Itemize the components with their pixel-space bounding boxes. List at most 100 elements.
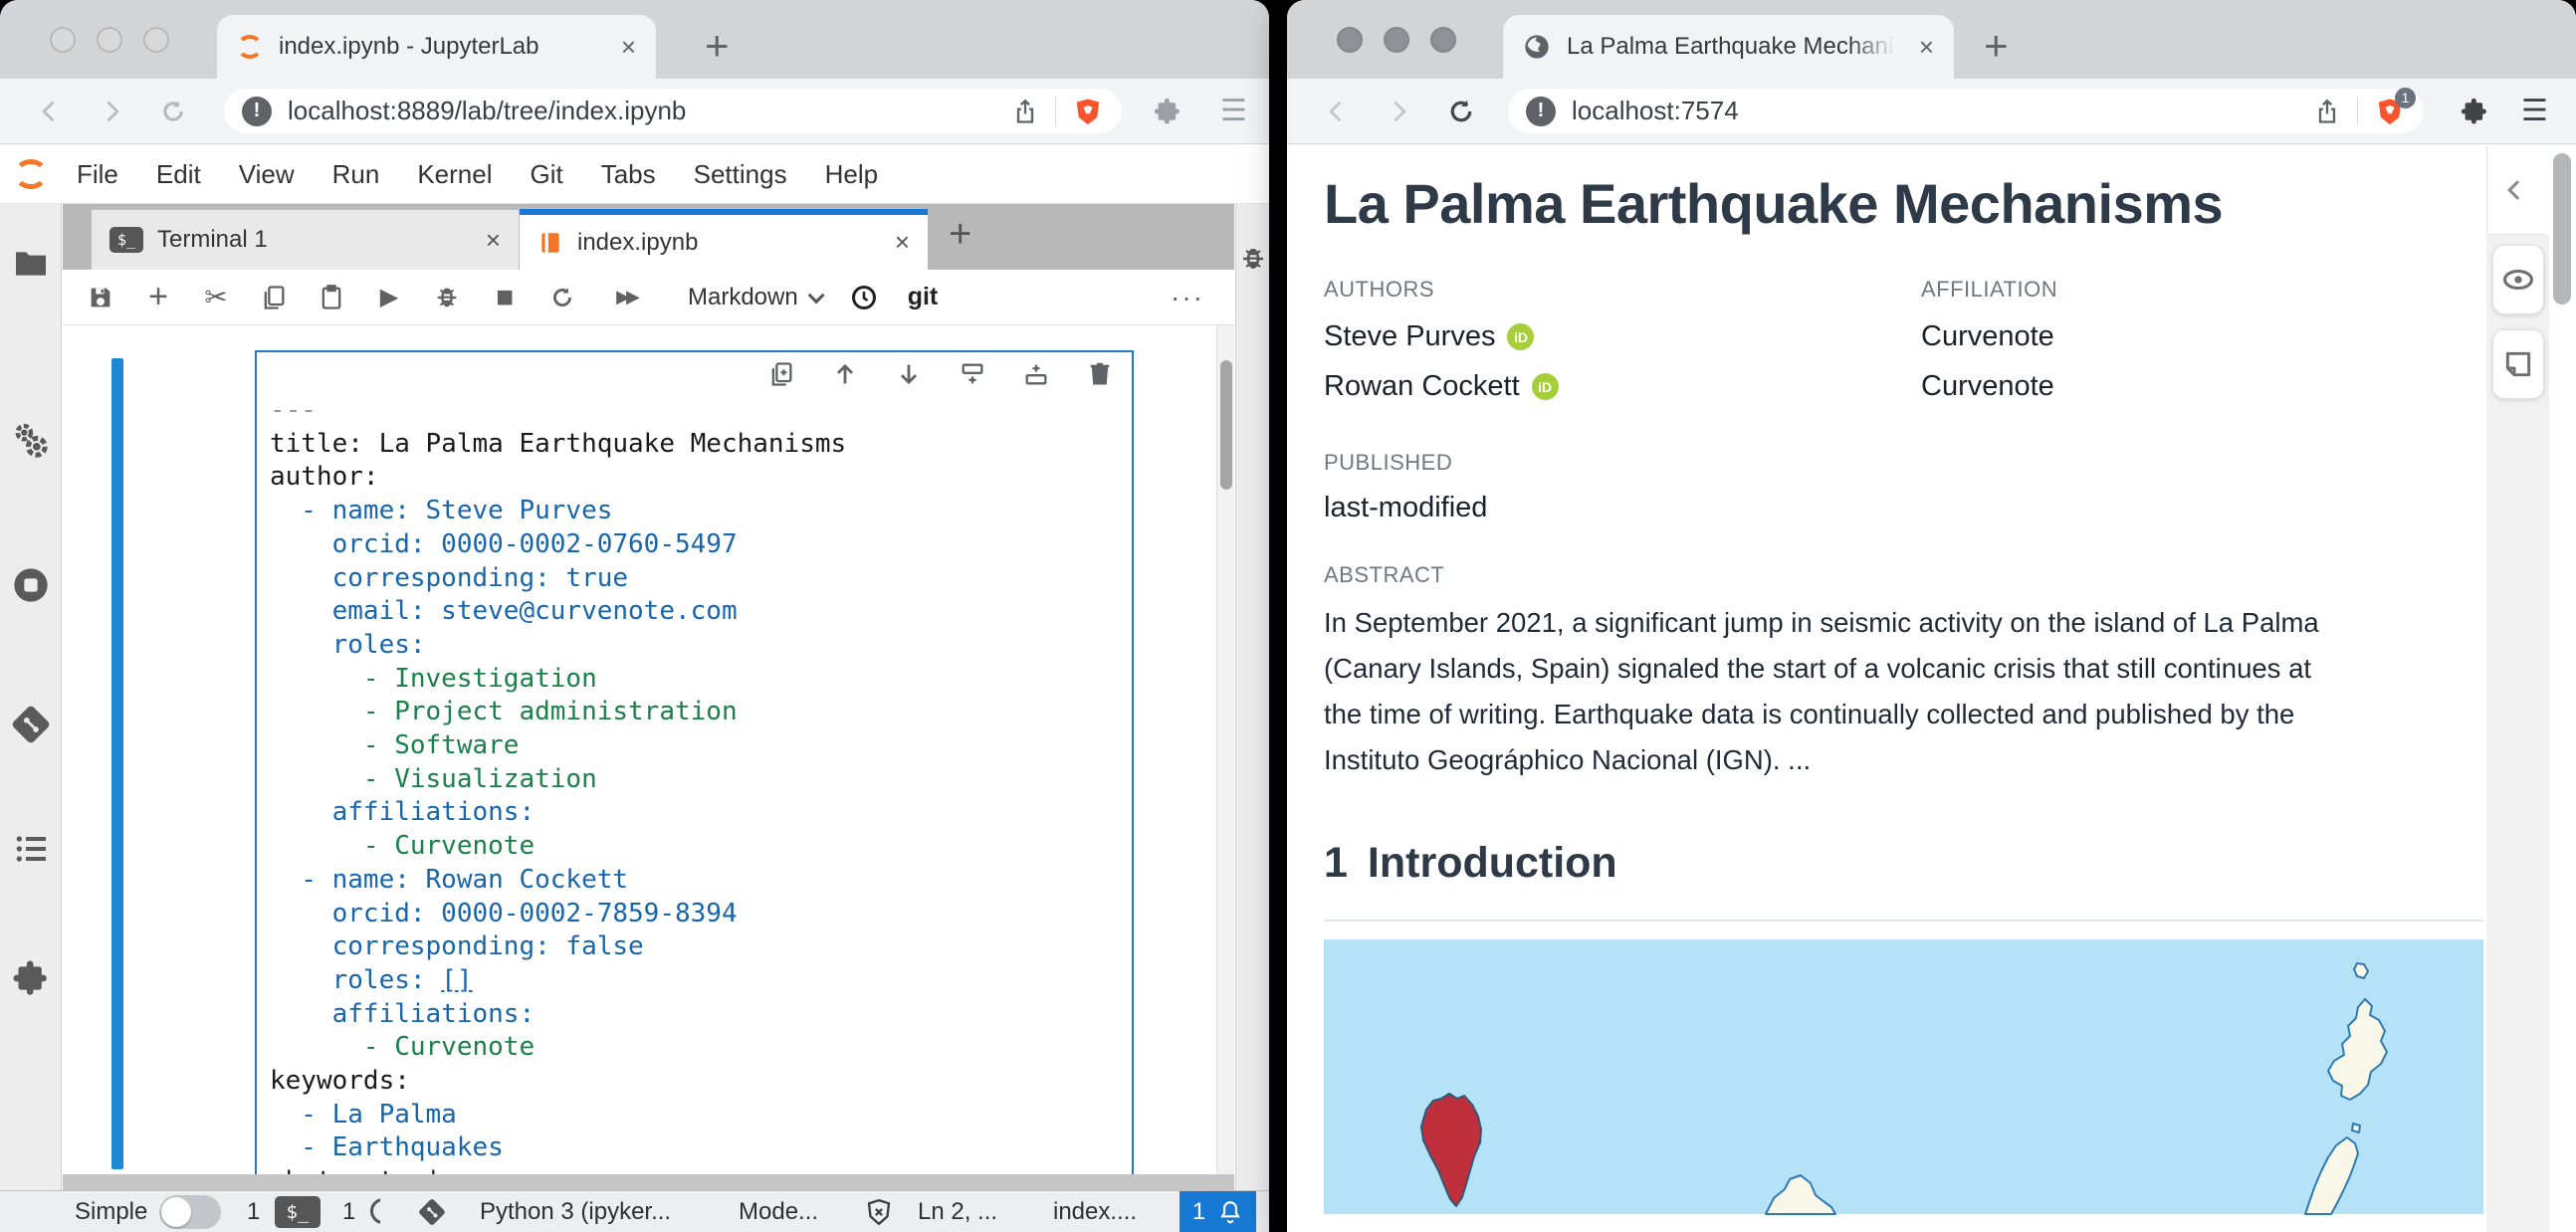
abstract-line: In September 2021, a significant jump in… xyxy=(1324,600,2483,646)
git-icon[interactable] xyxy=(11,705,51,744)
restart-kernel-icon[interactable] xyxy=(548,284,576,311)
url-bar[interactable]: ! localhost:8889/lab/tree/index.ipynb xyxy=(224,89,1122,133)
tab-terminal[interactable]: $_ Terminal 1 × xyxy=(91,209,520,270)
interrupt-kernel-icon[interactable]: ■ xyxy=(491,284,519,311)
debugger-bug-icon[interactable] xyxy=(1238,244,1268,274)
close-tab-icon[interactable]: × xyxy=(1919,34,1934,60)
insert-cell-icon[interactable]: + xyxy=(144,284,172,311)
zoom-window-button[interactable] xyxy=(143,27,169,53)
share-icon[interactable] xyxy=(2313,98,2341,125)
back-icon[interactable] xyxy=(1323,98,1351,125)
browser-tab[interactable]: La Palma Earthquake Mechanis × xyxy=(1503,15,1954,79)
close-window-button[interactable] xyxy=(1337,27,1363,53)
orcid-icon[interactable]: iD xyxy=(1507,323,1534,350)
running-kernels-icon[interactable] xyxy=(11,565,51,605)
copy-cells-icon[interactable] xyxy=(260,284,288,311)
notebook-scrollbar[interactable] xyxy=(1216,325,1234,1174)
divider xyxy=(1055,97,1056,126)
menu-item[interactable]: Kernel xyxy=(398,159,511,190)
zoom-window-button[interactable] xyxy=(1430,27,1456,53)
more-commands-icon[interactable]: ··· xyxy=(1171,282,1204,313)
scrollbar-thumb[interactable] xyxy=(2553,153,2571,305)
menu-item[interactable]: File xyxy=(58,159,137,190)
close-window-button[interactable] xyxy=(50,27,76,53)
save-icon[interactable] xyxy=(87,284,114,311)
back-icon[interactable] xyxy=(36,98,64,125)
simple-mode-toggle[interactable] xyxy=(159,1191,221,1232)
jupyterlab-browser-window: index.ipynb - JupyterLab × + ! localhost… xyxy=(0,0,1269,1232)
line-column-indicator[interactable]: Ln 2, ... xyxy=(918,1191,997,1232)
duplicate-cell-icon[interactable] xyxy=(767,360,795,388)
collapse-panel-button[interactable] xyxy=(2486,145,2546,235)
menu-item[interactable]: Run xyxy=(314,159,399,190)
brave-shield-icon[interactable]: 1 xyxy=(2374,96,2406,127)
markdown-cell-editor[interactable]: --- title: La Palma Earthquake Mechanism… xyxy=(257,352,1132,1174)
menu-item[interactable]: View xyxy=(220,159,314,190)
share-icon[interactable] xyxy=(1011,98,1039,125)
visibility-eye-button[interactable] xyxy=(2492,245,2544,314)
reload-icon[interactable] xyxy=(159,98,187,125)
cut-cells-icon[interactable]: ✂ xyxy=(202,284,230,311)
menu-item[interactable]: Git xyxy=(511,159,581,190)
insert-cell-below-icon[interactable] xyxy=(1022,360,1050,388)
menu-item[interactable]: Settings xyxy=(675,159,806,190)
file-browser-icon[interactable] xyxy=(11,244,51,284)
traffic-lights[interactable] xyxy=(1337,27,1456,53)
history-clock-icon[interactable] xyxy=(850,284,878,311)
brave-shield-icon[interactable] xyxy=(1072,96,1104,127)
close-tab-icon[interactable]: × xyxy=(486,225,501,256)
traffic-lights[interactable] xyxy=(50,27,169,53)
cell-type-value: Markdown xyxy=(688,284,798,311)
new-tab-button[interactable]: + xyxy=(1984,25,2009,67)
terminal-status-icon[interactable]: $_ xyxy=(275,1191,321,1232)
property-inspector-gears-icon[interactable] xyxy=(11,421,51,461)
url-text[interactable]: localhost:8889/lab/tree/index.ipynb xyxy=(288,96,1011,126)
restart-run-all-icon[interactable]: ▶▶ xyxy=(606,284,646,311)
notebook-panel[interactable]: --- title: La Palma Earthquake Mechanism… xyxy=(63,325,1234,1174)
git-branch-icon[interactable] xyxy=(418,1191,446,1232)
extension-manager-puzzle-icon[interactable] xyxy=(11,958,51,998)
menu-item[interactable]: Tabs xyxy=(582,159,675,190)
chevron-down-icon xyxy=(807,287,824,304)
reload-icon[interactable] xyxy=(1446,97,1476,126)
close-tab-icon[interactable]: × xyxy=(621,34,636,60)
browser-menu-icon[interactable]: ☰ xyxy=(2521,94,2548,128)
move-cell-up-icon[interactable] xyxy=(831,360,859,388)
close-tab-icon[interactable]: × xyxy=(895,227,910,258)
url-text[interactable]: localhost:7574 xyxy=(1572,96,2313,126)
browser-menu-icon[interactable]: ☰ xyxy=(1220,94,1247,128)
scrollbar-thumb[interactable] xyxy=(1220,360,1232,490)
menu-item[interactable]: Help xyxy=(806,159,897,190)
new-tab-button[interactable]: + xyxy=(705,25,730,67)
orcid-icon[interactable]: iD xyxy=(1532,373,1559,400)
annotations-note-button[interactable] xyxy=(2492,329,2544,399)
forward-icon[interactable] xyxy=(98,98,125,125)
minimize-window-button[interactable] xyxy=(97,27,122,53)
table-of-contents-icon[interactable] xyxy=(11,829,51,869)
run-cell-icon[interactable]: ▶ xyxy=(375,284,403,311)
git-toolbar-label[interactable]: git xyxy=(908,283,939,311)
paste-cells-icon[interactable] xyxy=(318,284,345,311)
minimize-window-button[interactable] xyxy=(1384,27,1409,53)
forward-icon[interactable] xyxy=(1385,98,1412,125)
move-cell-down-icon[interactable] xyxy=(895,360,923,388)
notifications-badge[interactable]: 1 xyxy=(1180,1191,1256,1232)
cell-type-dropdown[interactable]: Markdown xyxy=(688,284,820,311)
cell-collapser-bar[interactable] xyxy=(111,358,123,1169)
url-bar[interactable]: ! localhost:7574 1 xyxy=(1508,89,2424,133)
menu-item[interactable]: Edit xyxy=(137,159,220,190)
extensions-puzzle-icon[interactable] xyxy=(1153,97,1182,126)
insert-cell-above-icon[interactable] xyxy=(959,360,986,388)
extensions-puzzle-icon[interactable] xyxy=(2460,97,2489,126)
delete-cell-trash-icon[interactable] xyxy=(1086,360,1114,388)
site-info-icon[interactable]: ! xyxy=(1526,97,1556,126)
markdown-cell[interactable]: --- title: La Palma Earthquake Mechanism… xyxy=(255,350,1134,1174)
new-launcher-button[interactable]: + xyxy=(949,212,971,257)
page-scrollbar[interactable] xyxy=(2553,153,2571,492)
kernel-name[interactable]: Python 3 (ipyker... xyxy=(480,1191,671,1232)
site-info-icon[interactable]: ! xyxy=(242,97,272,126)
tab-notebook[interactable]: index.ipynb × xyxy=(520,209,928,270)
debug-bug-icon[interactable] xyxy=(433,284,461,311)
command-mode-indicator[interactable]: Mode... xyxy=(739,1191,818,1232)
browser-tab[interactable]: index.ipynb - JupyterLab × xyxy=(217,15,656,79)
